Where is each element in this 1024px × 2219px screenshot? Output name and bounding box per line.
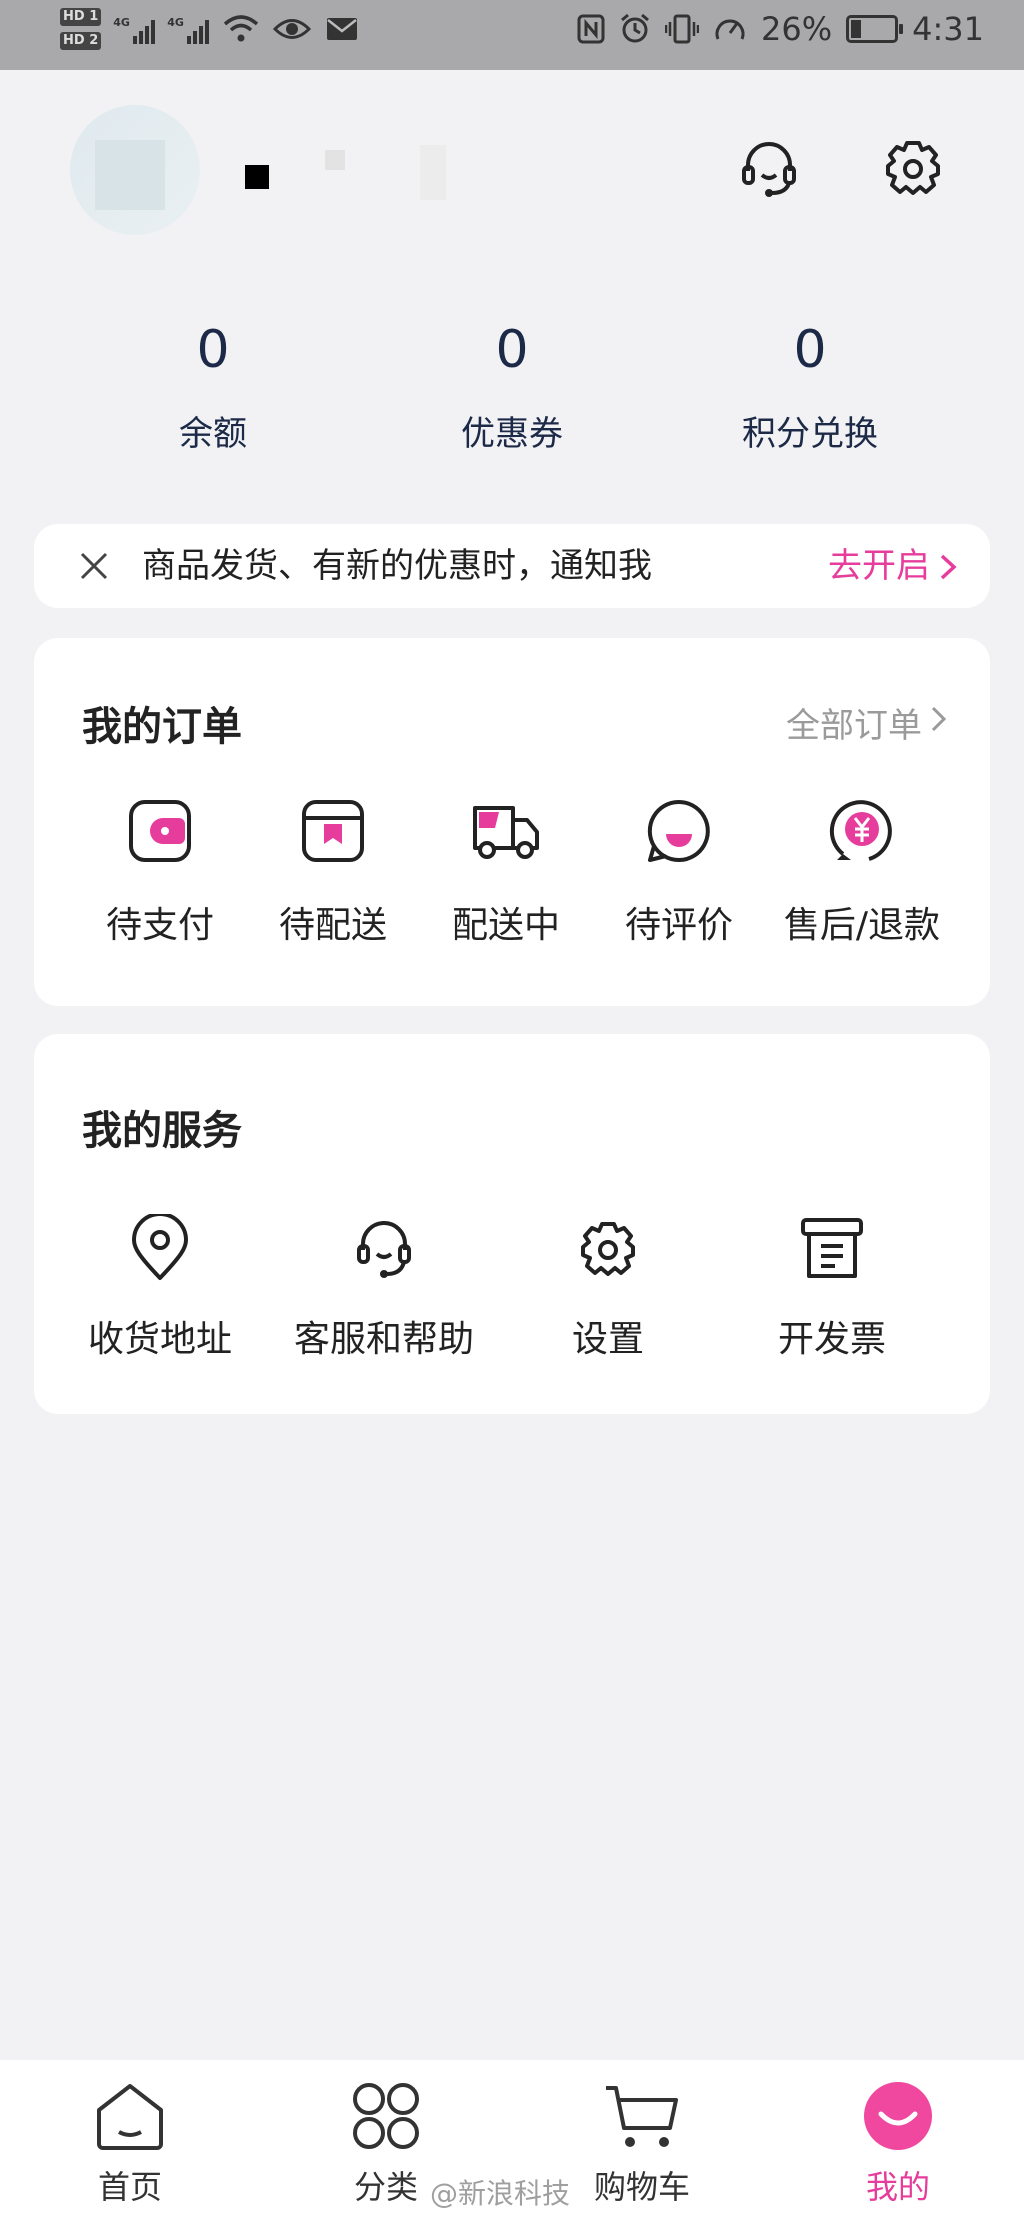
signal-icon: 4G xyxy=(113,14,156,44)
order-pending-delivery[interactable]: 待配送 xyxy=(253,798,413,948)
tab-home-label: 首页 xyxy=(97,2168,162,2206)
package-icon xyxy=(302,800,364,862)
coupon-value: 0 xyxy=(495,320,529,380)
order-pending-payment-label: 待支付 xyxy=(105,905,214,946)
tab-cart[interactable]: 购物车 xyxy=(562,2080,722,2208)
smile-bubble-icon xyxy=(647,799,710,862)
balance-value: 0 xyxy=(196,320,230,380)
order-pending-delivery-label: 待配送 xyxy=(278,905,387,946)
avatar[interactable] xyxy=(70,105,200,235)
order-pending-review[interactable]: 待评价 xyxy=(599,798,759,948)
mail-icon xyxy=(327,18,358,40)
watermark: @新浪科技 xyxy=(430,2177,571,2210)
gear-icon[interactable] xyxy=(880,135,946,201)
coupon-stat[interactable]: 0 优惠券 xyxy=(362,320,662,455)
tab-mine-label: 我的 xyxy=(865,2168,930,2206)
headset-icon[interactable] xyxy=(736,135,802,201)
invoice-icon xyxy=(801,1218,863,1278)
order-after-sales-label: 售后/退款 xyxy=(783,905,941,946)
eye-icon xyxy=(273,19,312,39)
hd-labels: HD 1 HD 2 xyxy=(60,8,102,50)
chevron-right-icon[interactable] xyxy=(928,706,950,732)
chevron-right-icon[interactable] xyxy=(936,554,960,580)
hd2-label: HD 2 xyxy=(60,32,102,50)
network-type-label-2: 4G xyxy=(167,16,184,29)
smile-face-icon xyxy=(864,2082,932,2150)
tab-mine[interactable]: 我的 xyxy=(818,2080,978,2208)
hd1-label: HD 1 xyxy=(60,8,102,26)
truck-icon xyxy=(473,806,539,859)
order-in-delivery-label: 配送中 xyxy=(451,905,560,946)
status-right: 26% 4:31 xyxy=(577,10,984,48)
order-pending-payment[interactable]: 待支付 xyxy=(80,798,240,948)
vibrate-icon xyxy=(665,14,700,44)
nfc-icon xyxy=(577,14,605,44)
service-address-label: 收货地址 xyxy=(87,1319,232,1360)
service-invoice-label: 开发票 xyxy=(777,1319,886,1360)
service-settings[interactable]: 设置 xyxy=(508,1214,708,1362)
points-stat[interactable]: 0 积分兑换 xyxy=(660,320,960,455)
gear-icon xyxy=(581,1222,635,1276)
username-blur xyxy=(245,165,269,189)
signal-icon-2: 4G xyxy=(167,14,210,44)
all-orders-link[interactable]: 全部订单 xyxy=(786,698,922,747)
points-label: 积分兑换 xyxy=(742,414,878,454)
notice-text: 商品发货、有新的优惠时，通知我 xyxy=(142,546,652,586)
cart-icon xyxy=(606,2086,678,2147)
service-help[interactable]: 客服和帮助 xyxy=(284,1214,484,1362)
refund-icon xyxy=(829,800,892,861)
status-left: HD 1 HD 2 4G 4G xyxy=(60,8,359,50)
home-icon xyxy=(97,2084,163,2150)
order-in-delivery[interactable]: 配送中 xyxy=(426,798,586,948)
network-type-label: 4G xyxy=(113,16,130,29)
balance-stat[interactable]: 0 余额 xyxy=(63,320,363,455)
tab-home[interactable]: 首页 xyxy=(50,2080,210,2208)
username-blur-2 xyxy=(325,150,345,170)
username-blur-3 xyxy=(420,145,446,200)
coupon-label: 优惠券 xyxy=(461,414,563,454)
battery-percent: 26% xyxy=(761,10,833,48)
services-title: 我的服务 xyxy=(82,1108,242,1154)
battery-icon xyxy=(846,15,904,43)
enable-notification-link[interactable]: 去开启 xyxy=(828,544,930,588)
balance-label: 余额 xyxy=(179,414,247,454)
close-icon[interactable] xyxy=(76,548,112,584)
status-bar: HD 1 HD 2 4G 4G 26% 4:31 xyxy=(0,0,1024,70)
location-pin-icon xyxy=(132,1212,188,1280)
notification-banner: 商品发货、有新的优惠时，通知我 去开启 xyxy=(34,524,990,608)
order-after-sales[interactable]: 售后/退款 xyxy=(772,798,952,948)
orders-card: 我的订单 全部订单 待支付 待配送 配送中 待评价 售后/退款 xyxy=(34,638,990,1006)
order-pending-review-label: 待评价 xyxy=(624,905,733,946)
speed-icon xyxy=(715,19,745,40)
wifi-icon xyxy=(224,15,259,42)
orders-title: 我的订单 xyxy=(82,704,242,750)
points-value: 0 xyxy=(793,320,827,380)
clock: 4:31 xyxy=(912,10,984,48)
grid-icon xyxy=(353,2083,419,2149)
tab-cart-label: 购物车 xyxy=(593,2168,690,2206)
services-card: 我的服务 收货地址 客服和帮助 设置 开发票 xyxy=(34,1034,990,1414)
headset-icon xyxy=(357,1221,411,1278)
wallet-icon xyxy=(129,800,191,862)
service-invoice[interactable]: 开发票 xyxy=(732,1214,932,1362)
service-address[interactable]: 收货地址 xyxy=(60,1212,260,1362)
service-help-label: 客服和帮助 xyxy=(293,1319,474,1360)
alarm-icon xyxy=(621,13,649,43)
service-settings-label: 设置 xyxy=(571,1319,644,1360)
